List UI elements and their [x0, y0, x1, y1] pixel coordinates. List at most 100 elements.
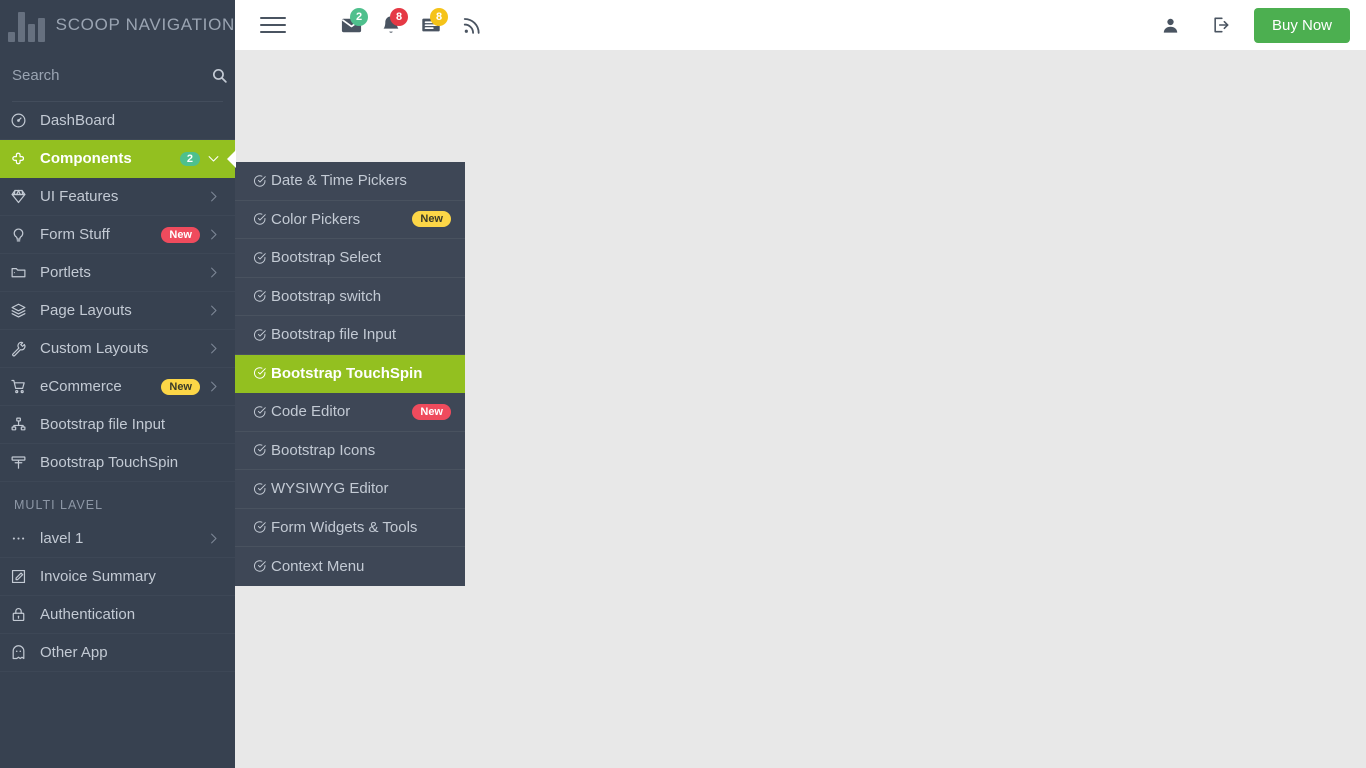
- nav-badge-new: New: [161, 378, 200, 395]
- brand-title: SCOOP NAVIGATION: [55, 15, 235, 34]
- hamburger-icon[interactable]: [260, 17, 286, 33]
- submenu-item-wysiwyg-editor[interactable]: WYSIWYG Editor: [235, 470, 465, 509]
- sidebar-item-bootstrap-file-input[interactable]: Bootstrap file Input: [0, 406, 235, 444]
- ellipsis-icon: [10, 530, 40, 547]
- sidebar: SCOOP NAVIGATION DashBoard Components 2 UI …: [0, 0, 235, 768]
- chevron-right-icon: [206, 531, 221, 546]
- check-circle-icon: [253, 212, 271, 226]
- check-circle-icon: [253, 443, 271, 457]
- header-badge: 8: [430, 8, 448, 26]
- sidebar-item-dashboard[interactable]: DashBoard: [0, 102, 235, 140]
- bar-chart-logo-icon: [8, 8, 48, 42]
- check-circle-icon: [253, 174, 271, 188]
- sidebar-item-label: DashBoard: [40, 112, 116, 129]
- submenu-item-label: Bootstrap Select: [271, 249, 382, 267]
- bell-icon[interactable]: 8: [374, 8, 408, 42]
- envelope-icon[interactable]: 2: [334, 8, 368, 42]
- submenu-item-label: Bootstrap file Input: [271, 326, 397, 344]
- sitemap-icon: [10, 416, 40, 433]
- sidebar-item-label: Portlets: [40, 264, 91, 281]
- diamond-icon: [10, 188, 40, 205]
- sidebar-item-ecommerce[interactable]: eCommerce New: [0, 368, 235, 406]
- check-circle-icon: [253, 328, 271, 342]
- sidebar-item-label: Bootstrap file Input: [40, 416, 166, 433]
- folder-icon: [10, 264, 40, 281]
- header-right-group: Buy Now: [1154, 7, 1366, 43]
- submenu-item-label: Color Pickers: [271, 210, 361, 228]
- sidebar-item-lavel-1[interactable]: lavel 1: [0, 520, 235, 558]
- wrench-icon: [10, 340, 40, 357]
- submenu-item-label: Bootstrap Icons: [271, 441, 376, 459]
- sidebar-item-other-app[interactable]: Other App: [0, 634, 235, 672]
- nav-badge-new: New: [161, 226, 200, 243]
- submenu-item-color-pickers[interactable]: Color Pickers New: [235, 201, 465, 239]
- submenu-item-bootstrap-switch[interactable]: Bootstrap switch: [235, 278, 465, 316]
- buy-now-button[interactable]: Buy Now: [1253, 7, 1350, 43]
- sidebar-nav-multilevel: lavel 1 Invoice Summary Authentication Othe…: [0, 520, 235, 672]
- check-circle-icon: [253, 482, 271, 496]
- sidebar-item-custom-layouts[interactable]: Custom Layouts: [0, 330, 235, 368]
- chevron-right-icon: [206, 341, 221, 356]
- chevron-down-icon: [206, 151, 221, 166]
- check-circle-icon: [253, 405, 271, 419]
- sidebar-item-label: Page Layouts: [40, 302, 132, 319]
- sidebar-item-authentication[interactable]: Authentication: [0, 596, 235, 634]
- check-circle-icon: [253, 366, 271, 380]
- submenu-item-code-editor[interactable]: Code Editor New: [235, 393, 465, 432]
- ghost-icon: [10, 644, 40, 661]
- components-submenu: Date & Time Pickers Color Pickers New Boots…: [235, 162, 465, 586]
- submenu-item-label: Date & Time Pickers: [271, 172, 407, 190]
- check-circle-icon: [253, 289, 271, 303]
- check-circle-icon: [253, 520, 271, 534]
- lock-icon: [10, 606, 40, 623]
- sidebar-item-form-stuff[interactable]: Form Stuff New: [0, 216, 235, 254]
- search-icon[interactable]: [211, 67, 228, 84]
- nav-badge-count: 2: [179, 151, 200, 166]
- touchspin-icon: [10, 454, 40, 471]
- sidebar-item-bootstrap-touchspin[interactable]: Bootstrap TouchSpin: [0, 444, 235, 482]
- user-icon[interactable]: [1154, 8, 1188, 42]
- bulb-icon: [10, 226, 40, 243]
- sidebar-item-components[interactable]: Components 2: [0, 140, 235, 178]
- sidebar-item-label: eCommerce: [40, 378, 122, 395]
- submenu-item-form-widgets-tools[interactable]: Form Widgets & Tools: [235, 509, 465, 547]
- rss-icon[interactable]: [454, 8, 488, 42]
- chevron-right-icon: [206, 379, 221, 394]
- submenu-item-bootstrap-file-input[interactable]: Bootstrap file Input: [235, 316, 465, 355]
- brand-header[interactable]: SCOOP NAVIGATION: [0, 0, 235, 50]
- check-circle-icon: [253, 251, 271, 265]
- sidebar-item-portlets[interactable]: Portlets: [0, 254, 235, 292]
- logout-icon[interactable]: [1204, 8, 1238, 42]
- sidebar-item-page-layouts[interactable]: Page Layouts: [0, 292, 235, 330]
- submenu-item-context-menu[interactable]: Context Menu: [235, 547, 465, 586]
- header-badge: 8: [390, 8, 408, 26]
- sidebar-item-label: Bootstrap TouchSpin: [40, 454, 179, 471]
- cart-icon: [10, 378, 40, 395]
- sidebar-section-label: MULTI LAVEL: [14, 498, 104, 512]
- sidebar-item-label: Custom Layouts: [40, 340, 149, 357]
- layers-icon: [10, 302, 40, 319]
- submenu-item-label: Context Menu: [271, 557, 365, 575]
- sidebar-item-ui-features[interactable]: UI Features: [0, 178, 235, 216]
- search-box[interactable]: [12, 50, 227, 102]
- sidebar-item-invoice-summary[interactable]: Invoice Summary: [0, 558, 235, 596]
- search-input[interactable]: [12, 67, 211, 84]
- speedometer-icon: [10, 112, 40, 129]
- submenu-item-bootstrap-icons[interactable]: Bootstrap Icons: [235, 432, 465, 470]
- edit-square-icon: [10, 568, 40, 585]
- chevron-right-icon: [206, 189, 221, 204]
- sidebar-nav: DashBoard Components 2 UI Features Form Stuf…: [0, 102, 235, 482]
- submenu-item-label: Bootstrap TouchSpin: [271, 364, 423, 382]
- submenu-item-bootstrap-touchspin[interactable]: Bootstrap TouchSpin: [235, 354, 465, 393]
- sidebar-item-label: UI Features: [40, 188, 119, 205]
- sidebar-item-label: Components: [40, 150, 132, 167]
- sidebar-item-label: Authentication: [40, 606, 136, 623]
- submenu-item-bootstrap-select[interactable]: Bootstrap Select: [235, 239, 465, 278]
- tasks-icon[interactable]: 8: [414, 8, 448, 42]
- submenu-item-date-time-pickers[interactable]: Date & Time Pickers: [235, 162, 465, 201]
- top-header: 2 8 8 Buy Now: [235, 0, 1366, 50]
- sidebar-item-label: Form Stuff: [40, 226, 110, 243]
- chevron-right-icon: [206, 227, 221, 242]
- submenu-item-label: Code Editor: [271, 403, 351, 421]
- sidebar-item-label: Other App: [40, 644, 108, 661]
